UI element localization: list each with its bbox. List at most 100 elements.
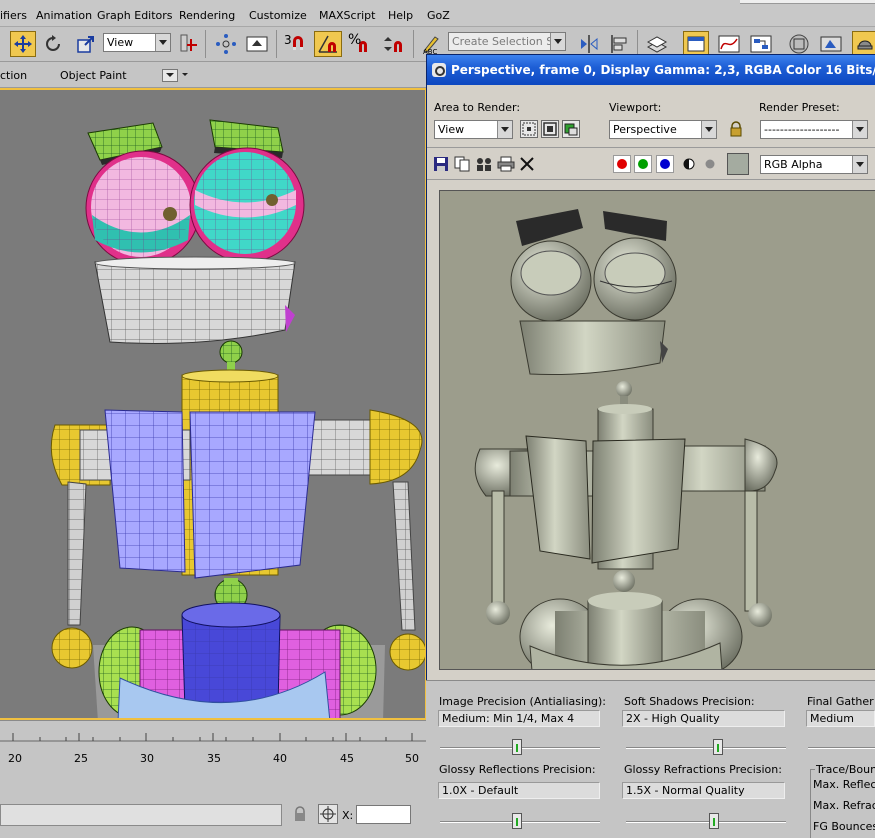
auto-region-selected-button[interactable]: [541, 120, 559, 138]
use-pivot-button[interactable]: [176, 31, 202, 57]
tick-label-40: 40: [273, 752, 287, 765]
left-eye-mesh: [85, 150, 201, 266]
rendered-robot-image: [440, 191, 875, 669]
x-coordinate-input[interactable]: [356, 805, 411, 824]
menu-rendering[interactable]: Rendering: [179, 9, 235, 22]
render-copy-icon: [564, 123, 578, 136]
schematic-icon: [750, 35, 772, 53]
angle-snap-icon: [318, 35, 337, 53]
tick-label-45: 45: [340, 752, 354, 765]
lock-selection-button[interactable]: [292, 806, 308, 822]
render-preset-combo[interactable]: -------------------: [760, 120, 868, 139]
red-channel-toggle[interactable]: [613, 155, 631, 173]
monochrome-toggle[interactable]: [702, 156, 718, 172]
edit-region-button[interactable]: [520, 120, 538, 138]
final-gather-slider[interactable]: [808, 737, 875, 759]
viewport-value: Perspective: [613, 123, 677, 136]
chevron-down-icon: [852, 156, 867, 173]
percent-snap-toggle-button[interactable]: %: [346, 31, 374, 57]
slider-thumb[interactable]: [512, 739, 522, 755]
glossy-refractions-label: Glossy Refractions Precision:: [624, 763, 782, 776]
right-forearm-mesh: [389, 481, 425, 671]
tick-label-25: 25: [74, 752, 88, 765]
menu-modifiers[interactable]: ifiers: [0, 9, 27, 22]
final-gather-value: Medium: [806, 710, 875, 727]
slider-thumb[interactable]: [709, 813, 719, 829]
viewport-label: Viewport:: [609, 101, 662, 114]
glossy-reflections-value: 1.0X - Default: [438, 782, 600, 799]
select-rotate-button[interactable]: [40, 31, 66, 57]
manipulate-icon: [216, 34, 236, 54]
menu-bar: ifiers Animation Graph Editors Rendering…: [0, 0, 875, 27]
menu-maxscript[interactable]: MAXScript: [319, 9, 375, 22]
time-slider-ruler[interactable]: 20 25 30 35 40 45 50: [0, 720, 430, 768]
x-coordinate-label: X:: [342, 809, 354, 822]
max-reflections-label: Max. Reflecti: [813, 778, 875, 791]
glossy-refractions-slider[interactable]: [626, 811, 786, 833]
menu-help[interactable]: Help: [388, 9, 413, 22]
mirror-icon: [581, 35, 598, 53]
area-to-render-combo[interactable]: View: [434, 120, 513, 139]
slider-thumb[interactable]: [713, 739, 723, 755]
save-image-button[interactable]: [433, 156, 449, 172]
teapot-icon: [857, 40, 873, 50]
render-window-titlebar[interactable]: Perspective, frame 0, Display Gamma: 2,3…: [427, 55, 875, 85]
menu-customize[interactable]: Customize: [249, 9, 307, 22]
pencil-icon: ABC: [423, 36, 439, 55]
ribbon-options-button[interactable]: [162, 69, 178, 82]
named-selection-set-combo[interactable]: Create Selection Se: [448, 32, 566, 51]
ribbon-row: ction Object Paint: [0, 63, 430, 88]
glossy-reflections-slider[interactable]: [440, 811, 600, 833]
printer-icon: [497, 156, 515, 172]
spinner-snap-toggle-button[interactable]: [380, 31, 408, 57]
title-bar-remnant: [740, 0, 875, 4]
menu-graph-editors[interactable]: Graph Editors: [97, 9, 173, 22]
reference-coordinate-combo[interactable]: View: [103, 33, 171, 52]
chevron-down-icon: [497, 121, 512, 138]
chevron-down-icon: [852, 121, 867, 138]
green-channel-toggle[interactable]: [634, 155, 652, 173]
viewport-combo[interactable]: Perspective: [609, 120, 717, 139]
lock-viewport-button[interactable]: [727, 120, 745, 138]
menu-animation[interactable]: Animation: [36, 9, 92, 22]
image-precision-slider[interactable]: [440, 737, 600, 759]
perspective-viewport[interactable]: [0, 88, 427, 720]
move-icon: [14, 35, 32, 53]
copy-render-button[interactable]: [562, 120, 580, 138]
fg-bounces-label: FG Bounces:: [813, 820, 875, 833]
area-to-render-value: View: [438, 123, 465, 136]
keyboard-shortcut-override-button[interactable]: [244, 31, 270, 57]
soft-shadows-label: Soft Shadows Precision:: [624, 695, 755, 708]
lock-icon: [295, 806, 305, 821]
copy-image-button[interactable]: [454, 156, 470, 172]
select-manipulate-button[interactable]: [213, 31, 239, 57]
ribbon-tab-object-paint[interactable]: Object Paint: [60, 69, 127, 82]
display-channel-combo[interactable]: RGB Alpha: [760, 155, 868, 174]
half-circle-icon: [683, 158, 695, 170]
soft-shadows-slider[interactable]: [626, 737, 786, 759]
select-move-button[interactable]: [10, 31, 36, 57]
clone-people-icon: [477, 158, 491, 171]
ribbon-tab-selection[interactable]: ction: [0, 69, 27, 82]
background-color-swatch[interactable]: [727, 153, 749, 175]
clear-image-button[interactable]: [519, 156, 535, 172]
print-image-button[interactable]: [497, 156, 515, 172]
dropdown-arrow-icon: [182, 73, 188, 76]
blue-channel-toggle[interactable]: [656, 155, 674, 173]
clone-window-button[interactable]: [475, 156, 493, 172]
display-channel-value: RGB Alpha: [764, 158, 823, 171]
snaps-toggle-button[interactable]: 3: [282, 31, 310, 57]
blue-dot: [660, 159, 670, 169]
alpha-channel-toggle[interactable]: [681, 156, 697, 172]
angle-snap-toggle-button[interactable]: [314, 31, 342, 57]
absolute-mode-button[interactable]: [318, 804, 338, 824]
left-forearm-mesh: [51, 481, 93, 669]
slider-thumb[interactable]: [512, 813, 522, 829]
menu-goz[interactable]: GoZ: [427, 9, 450, 22]
final-gather-label: Final Gather Pr: [807, 695, 875, 708]
max-refractions-label: Max. Refract: [813, 799, 875, 812]
app-icon: [432, 63, 446, 77]
neck-mesh: [219, 340, 243, 374]
image-precision-label: Image Precision (Antialiasing):: [439, 695, 607, 708]
select-scale-button[interactable]: [73, 31, 99, 57]
